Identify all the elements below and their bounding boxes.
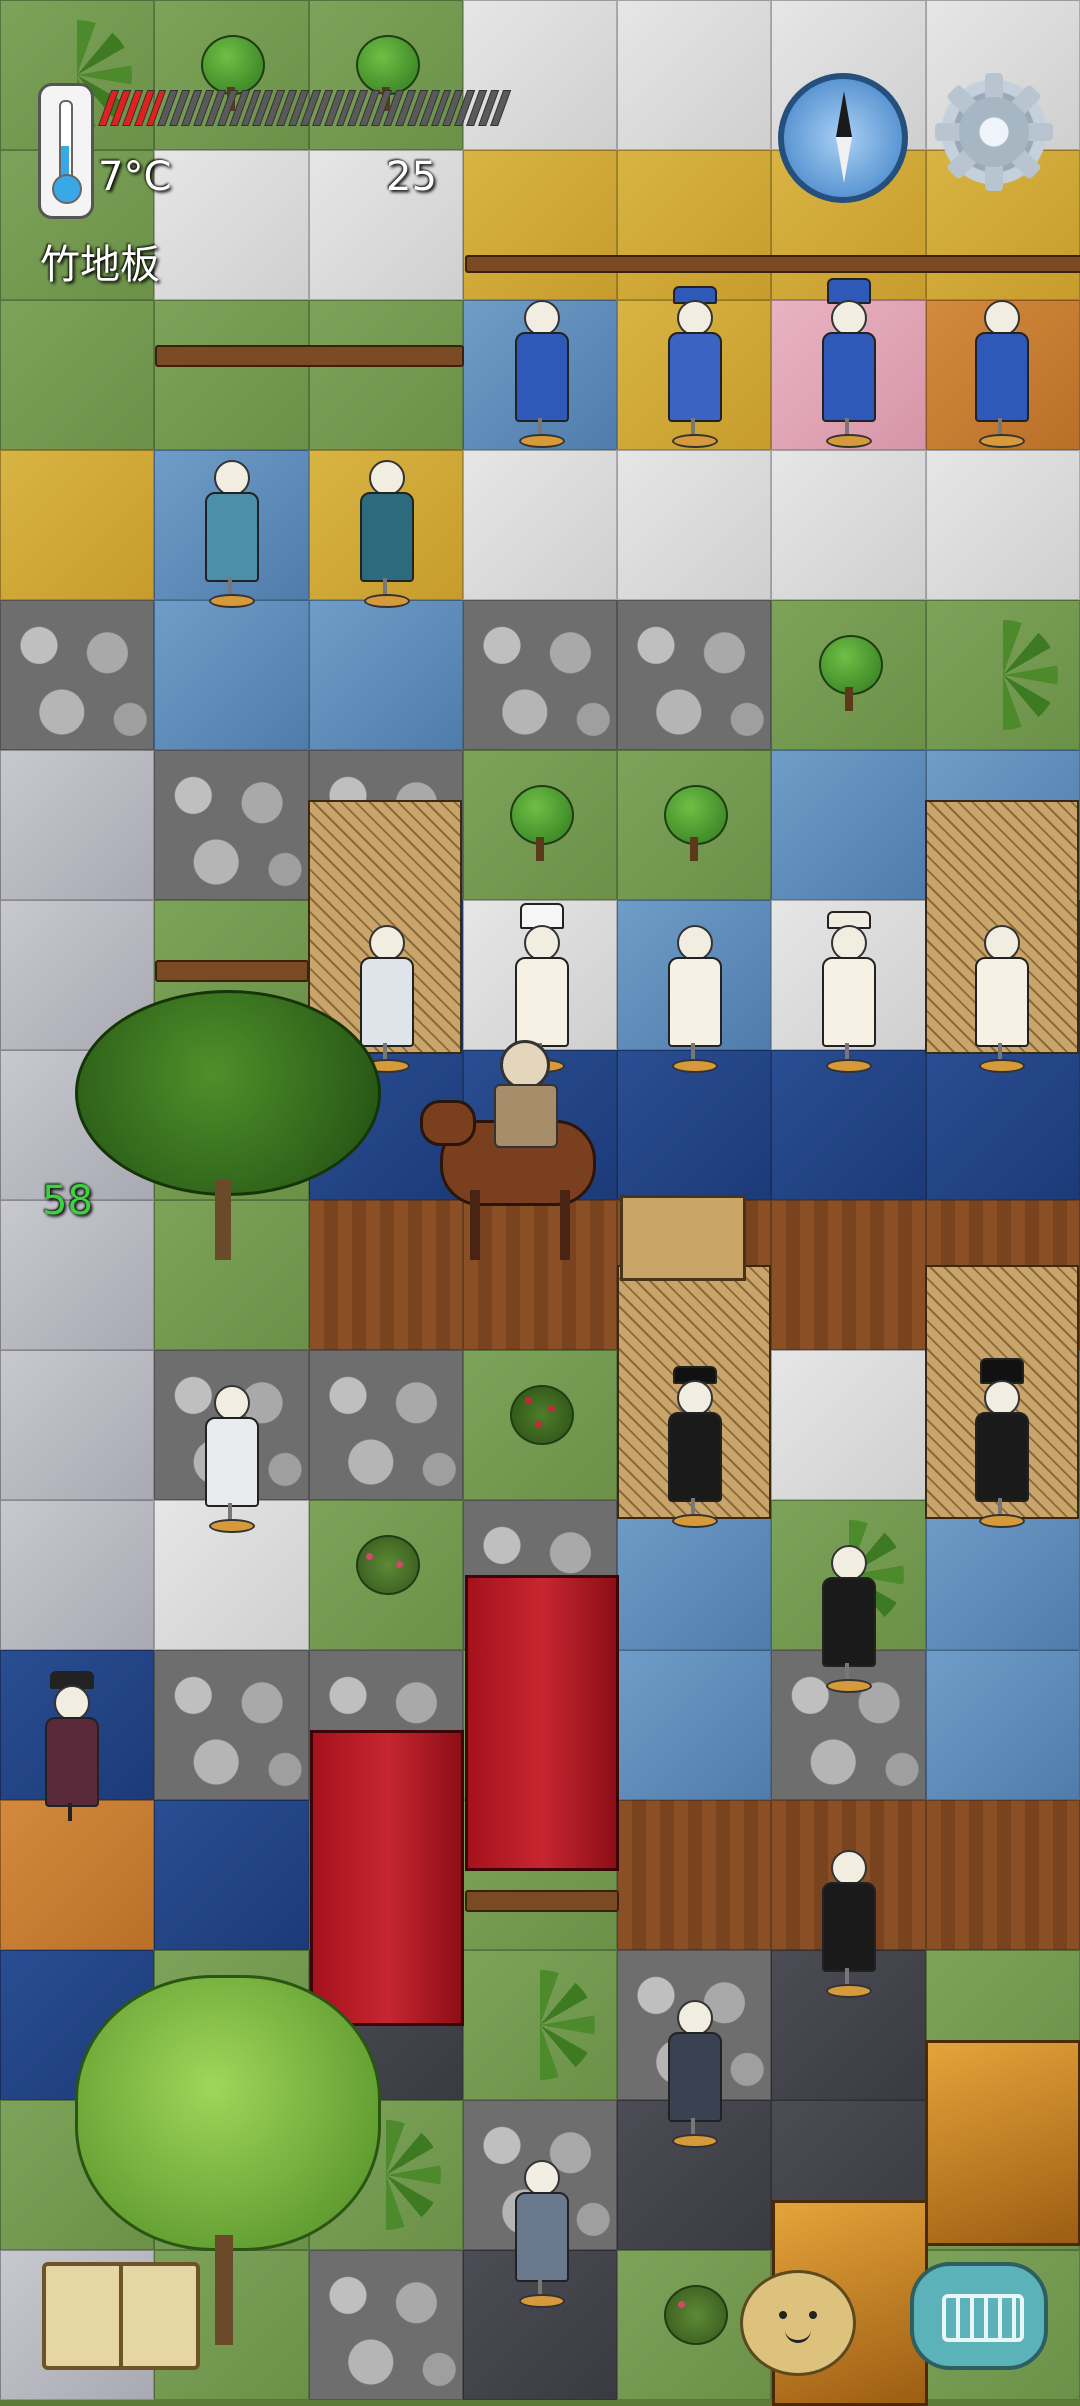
- mannequin-blue-tophat[interactable]: [812, 278, 882, 450]
- mannequin-white-bonnet[interactable]: [812, 911, 882, 1075]
- cobblestone-tile[interactable]: [308, 1350, 463, 1500]
- mannequin-teal-hanfu[interactable]: [350, 460, 420, 610]
- compass-icon[interactable]: [778, 73, 908, 203]
- mannequin-blue-robe[interactable]: [965, 300, 1035, 450]
- coordinate-readout: 58: [42, 1178, 93, 1224]
- grass-tile[interactable]: [308, 300, 463, 450]
- cobblestone-tile[interactable]: [154, 1650, 309, 1800]
- grass-tile[interactable]: [0, 300, 155, 450]
- rose-bush-icon[interactable]: [500, 1385, 580, 1465]
- large-tree-icon[interactable]: [75, 990, 381, 1270]
- snow-tile[interactable]: [925, 450, 1080, 600]
- tile-name-label: 竹地板: [40, 242, 160, 288]
- shallow-water-tile[interactable]: [925, 1650, 1080, 1800]
- grass-tile[interactable]: [308, 0, 463, 150]
- snow-tile[interactable]: [771, 1350, 926, 1500]
- sand-tile[interactable]: [0, 450, 155, 600]
- grass-tile[interactable]: [154, 300, 309, 450]
- wooden-fence[interactable]: [155, 345, 464, 367]
- snow-tile[interactable]: [617, 450, 772, 600]
- egg-face-icon[interactable]: [740, 2270, 856, 2376]
- hunger-value: 25: [386, 154, 437, 200]
- shallow-water-tile[interactable]: [617, 1650, 772, 1800]
- mannequin-grey-hanfu[interactable]: [195, 1385, 265, 1535]
- grass-tile[interactable]: [462, 1350, 618, 1500]
- mannequin-black-tophat[interactable]: [965, 1358, 1035, 1530]
- wooden-fence[interactable]: [465, 1890, 619, 1912]
- mannequin-black-robe[interactable]: [812, 1850, 882, 2000]
- sand-tile[interactable]: [462, 150, 618, 300]
- sand-tile[interactable]: [617, 150, 772, 300]
- wood-floor-tile[interactable]: [925, 1800, 1080, 1950]
- pineapple-plant-icon[interactable]: [485, 1970, 596, 2080]
- grass-tile[interactable]: [771, 600, 926, 750]
- snow-tile[interactable]: [154, 150, 309, 300]
- player-on-horse[interactable]: [420, 1040, 630, 1280]
- berry-bush-icon[interactable]: [809, 635, 889, 715]
- keyboard-icon[interactable]: [910, 2262, 1048, 2370]
- snow-tile[interactable]: [462, 0, 618, 150]
- mannequin-dark-robe[interactable]: [658, 2000, 728, 2150]
- mannequin-black-hat[interactable]: [658, 1366, 728, 1530]
- mannequin-grey-robe[interactable]: [505, 2160, 575, 2310]
- mannequin-white-dress[interactable]: [965, 925, 1035, 1075]
- flowering-shrub-icon[interactable]: [654, 2285, 734, 2365]
- wood-floor-tile[interactable]: [771, 1200, 926, 1350]
- temperature-label: 7°C: [98, 154, 172, 200]
- deep-water-tile[interactable]: [154, 1800, 309, 1950]
- grass-tile[interactable]: [617, 750, 772, 900]
- berry-bush-icon[interactable]: [654, 785, 734, 865]
- grass-tile[interactable]: [154, 0, 309, 150]
- wood-floor-tile[interactable]: [617, 1800, 772, 1950]
- pineapple-plant-icon[interactable]: [947, 620, 1058, 730]
- snow-tile[interactable]: [462, 450, 618, 600]
- wooden-fence[interactable]: [155, 960, 309, 982]
- gear-icon[interactable]: [935, 73, 1053, 191]
- shallow-water-tile[interactable]: [771, 750, 926, 900]
- cobblestone-tile[interactable]: [0, 600, 155, 750]
- mannequin-blue-hat[interactable]: [658, 286, 728, 450]
- flagstone-tile[interactable]: [0, 1350, 155, 1500]
- thatched-hut[interactable]: [925, 2040, 1080, 2246]
- flagstone-tile[interactable]: [0, 750, 155, 900]
- snow-tile[interactable]: [617, 0, 772, 150]
- wooden-fence[interactable]: [465, 255, 1080, 273]
- thermometer-icon: [38, 83, 94, 219]
- grass-tile[interactable]: [925, 600, 1080, 750]
- cobblestone-tile[interactable]: [617, 600, 772, 750]
- grass-tile[interactable]: [308, 1500, 463, 1650]
- cobblestone-tile[interactable]: [154, 750, 309, 900]
- red-pillar-block[interactable]: [465, 1575, 619, 1871]
- mannequin-black-robe[interactable]: [812, 1545, 882, 1695]
- snow-tile[interactable]: [771, 450, 926, 600]
- shallow-water-tile[interactable]: [154, 600, 309, 750]
- berry-bush-icon[interactable]: [500, 785, 580, 865]
- flagstone-tile[interactable]: [0, 1500, 155, 1650]
- flowering-shrub-icon[interactable]: [346, 1535, 426, 1615]
- book-icon[interactable]: [42, 2262, 200, 2370]
- npc-character[interactable]: [35, 1671, 105, 1835]
- wooden-cart[interactable]: [620, 1195, 746, 1281]
- mannequin-white-dress[interactable]: [658, 925, 728, 1075]
- grass-tile[interactable]: [462, 1950, 618, 2100]
- health-bar: [98, 90, 511, 126]
- cobblestone-tile[interactable]: [462, 600, 618, 750]
- mannequin-teal-hanfu[interactable]: [195, 460, 265, 610]
- mannequin-blue-robe[interactable]: [505, 300, 575, 450]
- shallow-water-tile[interactable]: [308, 600, 463, 750]
- grass-tile[interactable]: [462, 750, 618, 900]
